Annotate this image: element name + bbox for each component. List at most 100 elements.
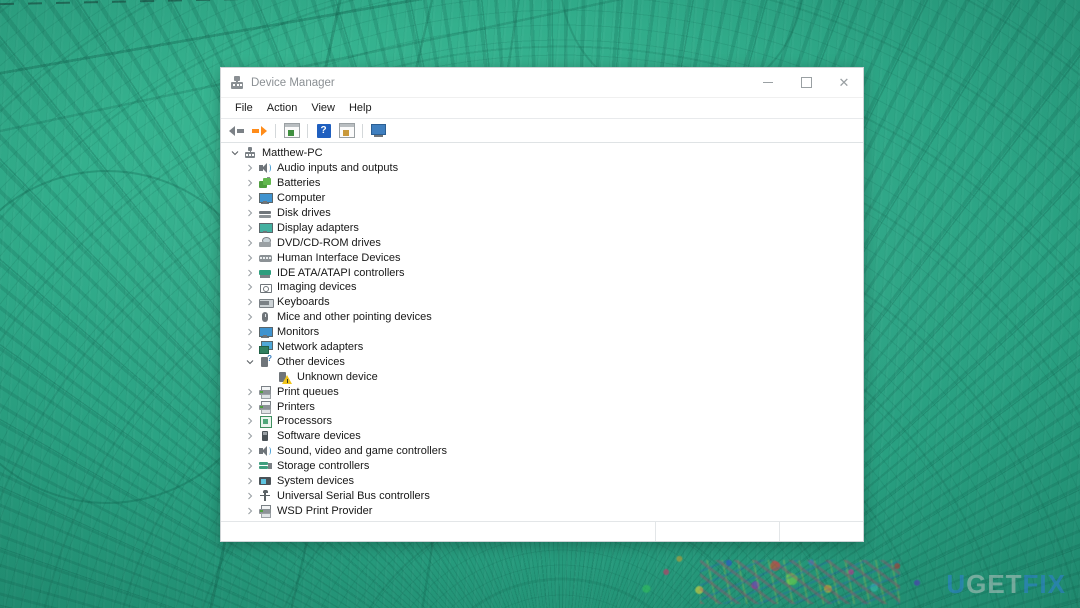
audio-icon xyxy=(258,161,272,175)
tree-node-storage-controllers[interactable]: Storage controllers xyxy=(221,459,863,474)
status-bar xyxy=(221,521,863,541)
window-titlebar[interactable]: Device Manager ✕ xyxy=(221,68,863,98)
chevron-right-icon[interactable] xyxy=(242,388,258,396)
software-device-icon xyxy=(258,429,272,443)
tree-node-keyboards[interactable]: Keyboards xyxy=(221,295,863,310)
minimize-icon xyxy=(763,82,773,83)
menu-view[interactable]: View xyxy=(304,100,342,116)
tree-node-batteries[interactable]: Batteries xyxy=(221,176,863,191)
printer-icon xyxy=(258,400,272,415)
desktop-background: Device Manager ✕ File Action View Help ?… xyxy=(0,0,1080,608)
tree-node-label: Monitors xyxy=(277,326,320,339)
scan-for-hardware-changes-icon xyxy=(371,124,386,137)
tree-node-monitors[interactable]: Monitors xyxy=(221,325,863,340)
chevron-right-icon[interactable] xyxy=(242,179,258,187)
maximize-button[interactable] xyxy=(787,68,825,97)
menu-bar: File Action View Help xyxy=(221,98,863,119)
tree-node-universal-serial-bus-controllers[interactable]: Universal Serial Bus controllers xyxy=(221,488,863,503)
chevron-right-icon[interactable] xyxy=(242,403,258,411)
chevron-right-icon[interactable] xyxy=(242,224,258,232)
tree-node-ide-ata-atapi-controllers[interactable]: IDE ATA/ATAPI controllers xyxy=(221,265,863,280)
tree-node-system-devices[interactable]: System devices xyxy=(221,474,863,489)
chevron-right-icon[interactable] xyxy=(242,417,258,425)
chevron-right-icon[interactable] xyxy=(242,328,258,336)
status-bar-message xyxy=(221,522,655,541)
tree-node-print-queues[interactable]: Print queues xyxy=(221,384,863,400)
other-device-icon: ? xyxy=(258,354,272,369)
tree-node-label: Imaging devices xyxy=(277,281,357,294)
tree-node-computer[interactable]: Computer xyxy=(221,191,863,206)
tree-node-label: Computer xyxy=(277,192,326,205)
chevron-right-icon[interactable] xyxy=(242,283,258,291)
tree-node-label: Universal Serial Bus controllers xyxy=(277,489,430,502)
minimize-button[interactable] xyxy=(749,68,787,97)
tree-node-disk-drives[interactable]: Disk drives xyxy=(221,206,863,221)
unknown-device-warning-icon xyxy=(278,370,292,384)
chevron-right-icon[interactable] xyxy=(242,462,258,470)
chevron-right-icon[interactable] xyxy=(242,313,258,321)
maximize-icon xyxy=(800,77,812,88)
help-button[interactable]: ? xyxy=(313,121,334,140)
update-driver-icon xyxy=(338,123,355,138)
device-tree[interactable]: Matthew-PC Audio inputs and outputs Batt… xyxy=(221,143,863,521)
chevron-right-icon[interactable] xyxy=(242,209,258,217)
storage-controller-icon xyxy=(258,459,272,473)
toolbar-separator-3 xyxy=(362,123,363,138)
chevron-down-icon[interactable] xyxy=(242,358,258,366)
ugetfix-watermark: U GET FIX xyxy=(946,569,1066,600)
tree-node-printers[interactable]: Printers xyxy=(221,399,863,415)
tree-node-sound-video-and-game-controllers[interactable]: Sound, video and game controllers xyxy=(221,444,863,459)
tree-node-display-adapters[interactable]: Display adapters xyxy=(221,220,863,235)
chevron-right-icon[interactable] xyxy=(242,477,258,485)
window-title: Device Manager xyxy=(251,76,335,89)
hid-icon xyxy=(258,251,272,265)
tree-node-label: System devices xyxy=(277,475,355,488)
tree-node-wsd-print-provider[interactable]: WSD Print Provider xyxy=(221,503,863,519)
tree-node-processors[interactable]: Processors xyxy=(221,414,863,429)
chevron-right-icon[interactable] xyxy=(242,269,258,277)
computer-icon xyxy=(258,191,273,205)
menu-action[interactable]: Action xyxy=(260,100,305,116)
disk-drive-icon xyxy=(258,206,272,220)
tree-node-label: Storage controllers xyxy=(277,460,370,473)
back-button[interactable] xyxy=(226,121,247,140)
chevron-right-icon[interactable] xyxy=(242,507,258,515)
tree-node-label: Matthew-PC xyxy=(262,147,323,160)
menu-help[interactable]: Help xyxy=(342,100,379,116)
chevron-right-icon[interactable] xyxy=(242,343,258,351)
dvd-drive-icon xyxy=(258,236,272,250)
properties-button[interactable] xyxy=(281,121,302,140)
imaging-device-icon xyxy=(258,280,272,294)
tree-node-other-devices[interactable]: ? Other devices xyxy=(221,354,863,369)
chevron-right-icon[interactable] xyxy=(242,239,258,247)
chevron-down-icon[interactable] xyxy=(227,149,243,157)
tree-node-human-interface-devices[interactable]: Human Interface Devices xyxy=(221,250,863,265)
update-driver-button[interactable] xyxy=(336,121,357,140)
chevron-right-icon[interactable] xyxy=(242,194,258,202)
tree-node-label: Network adapters xyxy=(277,341,364,354)
chevron-right-icon[interactable] xyxy=(242,492,258,500)
tree-node-software-devices[interactable]: Software devices xyxy=(221,429,863,444)
chevron-right-icon[interactable] xyxy=(242,298,258,306)
tree-node-network-adapters[interactable]: Network adapters xyxy=(221,340,863,355)
forward-button[interactable] xyxy=(249,121,270,140)
window-controls: ✕ xyxy=(749,68,863,97)
close-button[interactable]: ✕ xyxy=(825,68,863,97)
tree-node-mice-and-other-pointing-devices[interactable]: Mice and other pointing devices xyxy=(221,310,863,325)
chevron-right-icon[interactable] xyxy=(242,164,258,172)
scan-hardware-button[interactable] xyxy=(368,121,389,140)
chevron-right-icon[interactable] xyxy=(242,254,258,262)
chevron-right-icon[interactable] xyxy=(242,432,258,440)
menu-file[interactable]: File xyxy=(228,100,260,116)
tree-node-label: Mice and other pointing devices xyxy=(277,311,432,324)
tree-node-label: IDE ATA/ATAPI controllers xyxy=(277,266,405,279)
display-adapter-icon xyxy=(258,221,273,235)
tree-node-unknown-device[interactable]: Unknown device xyxy=(221,369,863,384)
tree-node-audio-inputs-and-outputs[interactable]: Audio inputs and outputs xyxy=(221,161,863,176)
tree-node-imaging-devices[interactable]: Imaging devices xyxy=(221,280,863,295)
tree-node-label: Batteries xyxy=(277,177,321,190)
tree-node-matthew-pc[interactable]: Matthew-PC xyxy=(221,146,863,161)
system-device-icon xyxy=(258,474,272,488)
tree-node-dvd-cd-rom-drives[interactable]: DVD/CD-ROM drives xyxy=(221,235,863,250)
chevron-right-icon[interactable] xyxy=(242,447,258,455)
